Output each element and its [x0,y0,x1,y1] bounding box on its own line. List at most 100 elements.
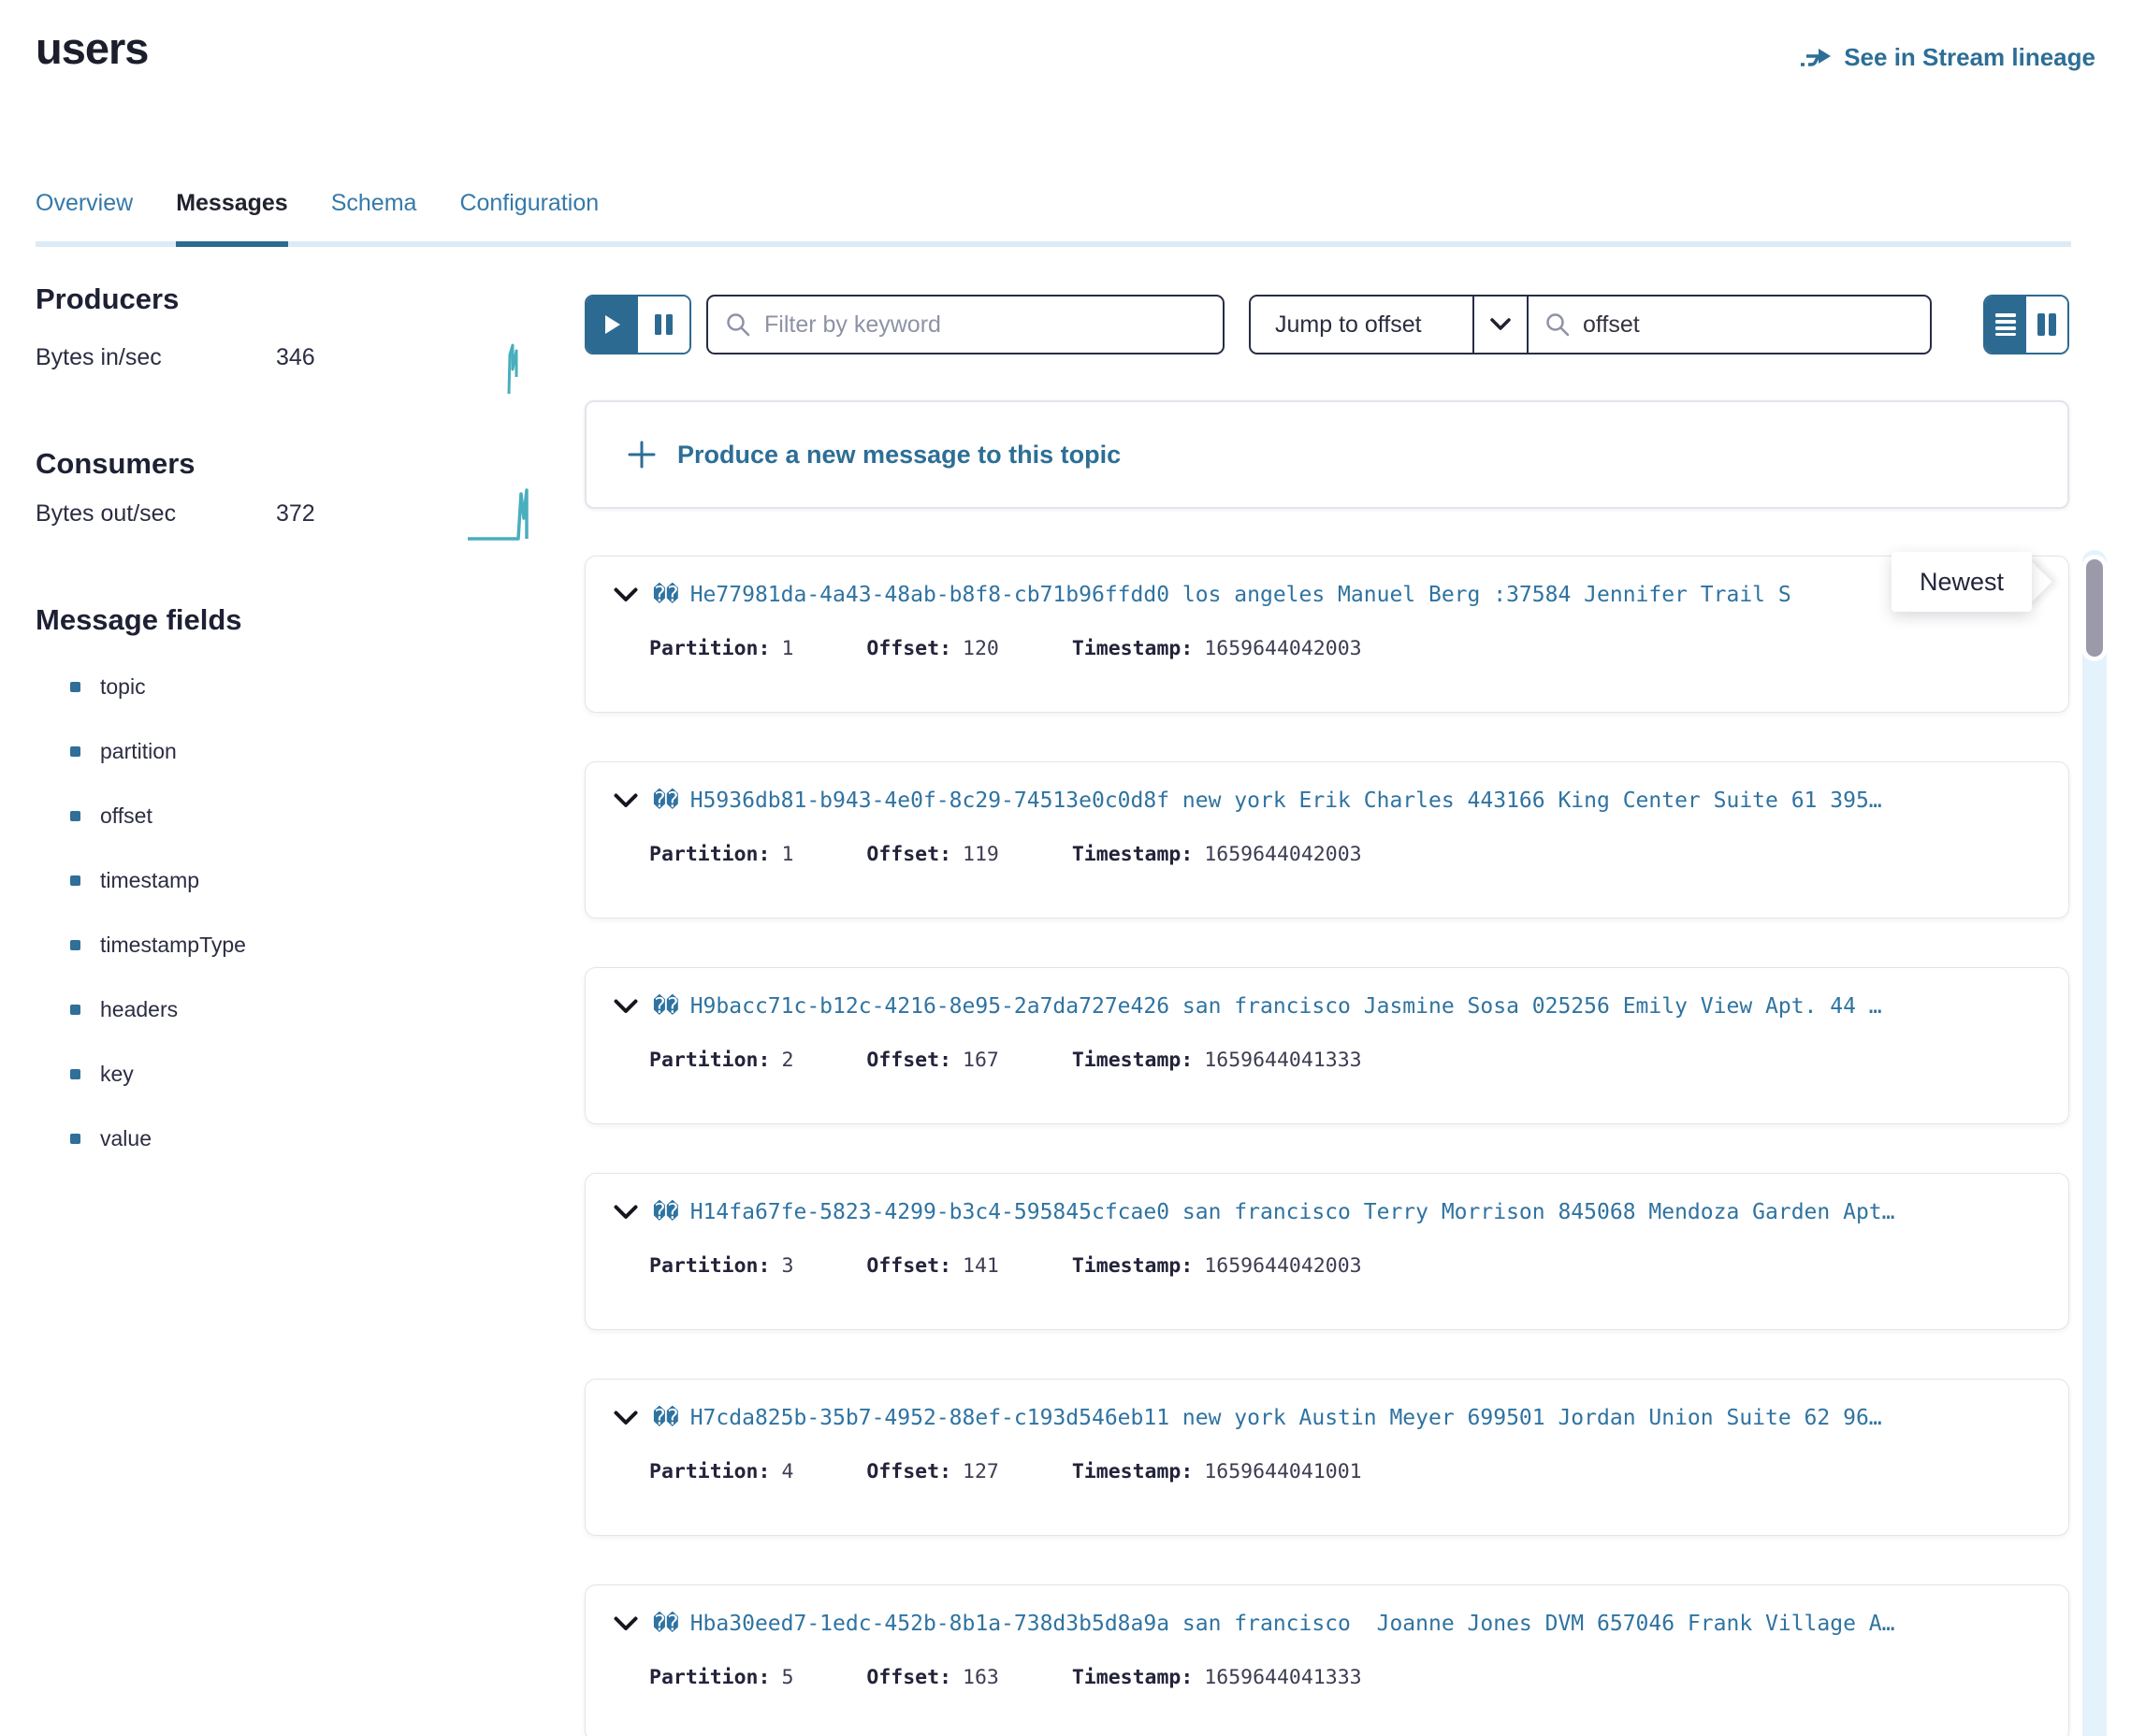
message-fields-heading: Message fields [36,603,242,637]
partition-value: 5 [781,1666,793,1689]
message-summary: H5936db81-b943-4e0f-8c29-74513e0c0d8f ne… [690,788,1882,813]
bytes-in-sparkline [503,341,524,402]
message-field-item-value[interactable]: value [36,1107,428,1171]
expand-chevron-down-icon[interactable] [614,999,638,1015]
bytes-in-label: Bytes in/sec [36,344,276,371]
select-chevron-button[interactable] [1472,297,1527,353]
message-field-item-partition[interactable]: partition [36,719,428,784]
timestamp-value: 1659644041333 [1204,1666,1361,1689]
message-row[interactable]: �� H5936db81-b943-4e0f-8c29-74513e0c0d8f… [585,761,2069,919]
field-label: headers [100,997,178,1022]
offset-field: Offset: 141 [866,1254,998,1278]
timestamp-field: Timestamp: 1659644042003 [1072,843,1362,866]
field-bullet-icon [70,875,80,886]
message-meta-line: Partition: 4 Offset: 127 Timestamp: 1659… [649,1460,1362,1483]
pause-icon [654,313,674,336]
message-key-glyphs: �� [653,994,679,1019]
message-field-item-offset[interactable]: offset [36,784,428,848]
scrollbar-track[interactable] [2082,550,2107,1736]
message-row[interactable]: �� H14fa67fe-5823-4299-b3c4-595845cfcae0… [585,1173,2069,1330]
offset-field: Offset: 119 [866,843,998,866]
timestamp-label: Timestamp: [1072,1666,1193,1689]
partition-value: 3 [781,1254,793,1278]
bytes-in-value: 346 [276,344,315,371]
consumers-heading: Consumers [36,447,196,481]
message-key-glyphs: �� [653,788,679,813]
column-view-button[interactable] [2026,297,2067,353]
message-field-item-timestamptype[interactable]: timestampType [36,913,428,977]
filter-input-box [706,295,1225,354]
message-text: �� H14fa67fe-5823-4299-b3c4-595845cfcae0… [653,1200,1895,1224]
message-key-glyphs: �� [653,1200,679,1224]
message-row[interactable]: �� Hba30eed7-1edc-452b-8b1a-738d3b5d8a9a… [585,1584,2069,1736]
timestamp-field: Timestamp: 1659644041001 [1072,1460,1362,1483]
chevron-down-icon [1490,318,1511,331]
scrollbar-thumb[interactable] [2086,559,2103,657]
message-summary-line: �� He77981da-4a43-48ab-b8f8-cb71b96ffdd0… [614,583,2046,607]
message-row[interactable]: �� H7cda825b-35b7-4952-88ef-c193d546eb11… [585,1379,2069,1536]
message-meta-line: Partition: 1 Offset: 120 Timestamp: 1659… [649,637,1362,660]
offset-value: 167 [963,1049,999,1072]
partition-label: Partition: [649,1254,770,1278]
offset-field: Offset: 167 [866,1049,998,1072]
pause-button[interactable] [638,297,689,353]
bytes-in-metric: Bytes in/sec 346 [36,344,315,371]
timestamp-label: Timestamp: [1072,1254,1193,1278]
offset-label: Offset: [866,1254,951,1278]
produce-message-button[interactable]: Produce a new message to this topic [585,400,2069,509]
partition-label: Partition: [649,1666,770,1689]
expand-chevron-down-icon[interactable] [614,1205,638,1221]
expand-chevron-down-icon[interactable] [614,587,638,603]
field-bullet-icon [70,1134,80,1144]
field-label: timestampType [100,933,246,958]
toolbar: Jump to offset [585,295,2069,354]
play-button[interactable] [587,297,638,353]
list-view-button[interactable] [1985,297,2026,353]
message-summary: H7cda825b-35b7-4952-88ef-c193d546eb11 ne… [690,1406,1882,1430]
partition-field: Partition: 5 [649,1666,793,1689]
message-text: �� He77981da-4a43-48ab-b8f8-cb71b96ffdd0… [653,583,1791,607]
expand-chevron-down-icon[interactable] [614,1616,638,1632]
jump-to-offset-select[interactable]: Jump to offset [1251,311,1472,339]
message-summary: H14fa67fe-5823-4299-b3c4-595845cfcae0 sa… [690,1200,1895,1224]
message-summary: H9bacc71c-b12c-4216-8e95-2a7da727e426 sa… [690,994,1882,1019]
offset-label: Offset: [866,843,951,866]
partition-label: Partition: [649,1049,770,1072]
offset-search-input[interactable] [1583,311,1807,339]
partition-value: 1 [781,843,793,866]
message-summary-line: �� H7cda825b-35b7-4952-88ef-c193d546eb11… [614,1406,2046,1430]
stream-lineage-link[interactable]: See in Stream lineage [1799,43,2095,72]
message-field-item-headers[interactable]: headers [36,977,428,1042]
offset-label: Offset: [866,1460,951,1483]
main-content: Jump to offset [585,295,2069,1736]
offset-value: 119 [963,843,999,866]
message-row[interactable]: �� He77981da-4a43-48ab-b8f8-cb71b96ffdd0… [585,556,2069,713]
field-bullet-icon [70,682,80,692]
field-bullet-icon [70,1005,80,1015]
timestamp-value: 1659644041333 [1204,1049,1361,1072]
partition-field: Partition: 4 [649,1460,793,1483]
message-meta-line: Partition: 3 Offset: 141 Timestamp: 1659… [649,1254,1362,1278]
offset-field: Offset: 120 [866,637,998,660]
message-field-item-topic[interactable]: topic [36,655,428,719]
field-bullet-icon [70,1069,80,1079]
message-row[interactable]: �� H9bacc71c-b12c-4216-8e95-2a7da727e426… [585,967,2069,1124]
expand-chevron-down-icon[interactable] [614,793,638,809]
field-label: topic [100,674,146,700]
message-field-item-timestamp[interactable]: timestamp [36,848,428,913]
message-fields-list: topic partition offset timestamp timesta… [36,655,428,1171]
list-view-icon [1994,312,2017,337]
filter-keyword-input[interactable] [764,311,1223,339]
message-key-glyphs: �� [653,583,679,607]
stream-lineage-label: See in Stream lineage [1844,43,2095,72]
field-label: timestamp [100,868,199,893]
play-icon [604,314,621,335]
view-mode-toggle [1983,295,2069,354]
message-summary: He77981da-4a43-48ab-b8f8-cb71b96ffdd0 lo… [690,583,1791,607]
expand-chevron-down-icon[interactable] [614,1410,638,1426]
sidebar: Producers Bytes in/sec 346 Consumers Byt… [36,0,559,1736]
producers-heading: Producers [36,282,179,316]
message-field-item-key[interactable]: key [36,1042,428,1107]
offset-field: Offset: 163 [866,1666,998,1689]
search-icon [1544,311,1571,338]
